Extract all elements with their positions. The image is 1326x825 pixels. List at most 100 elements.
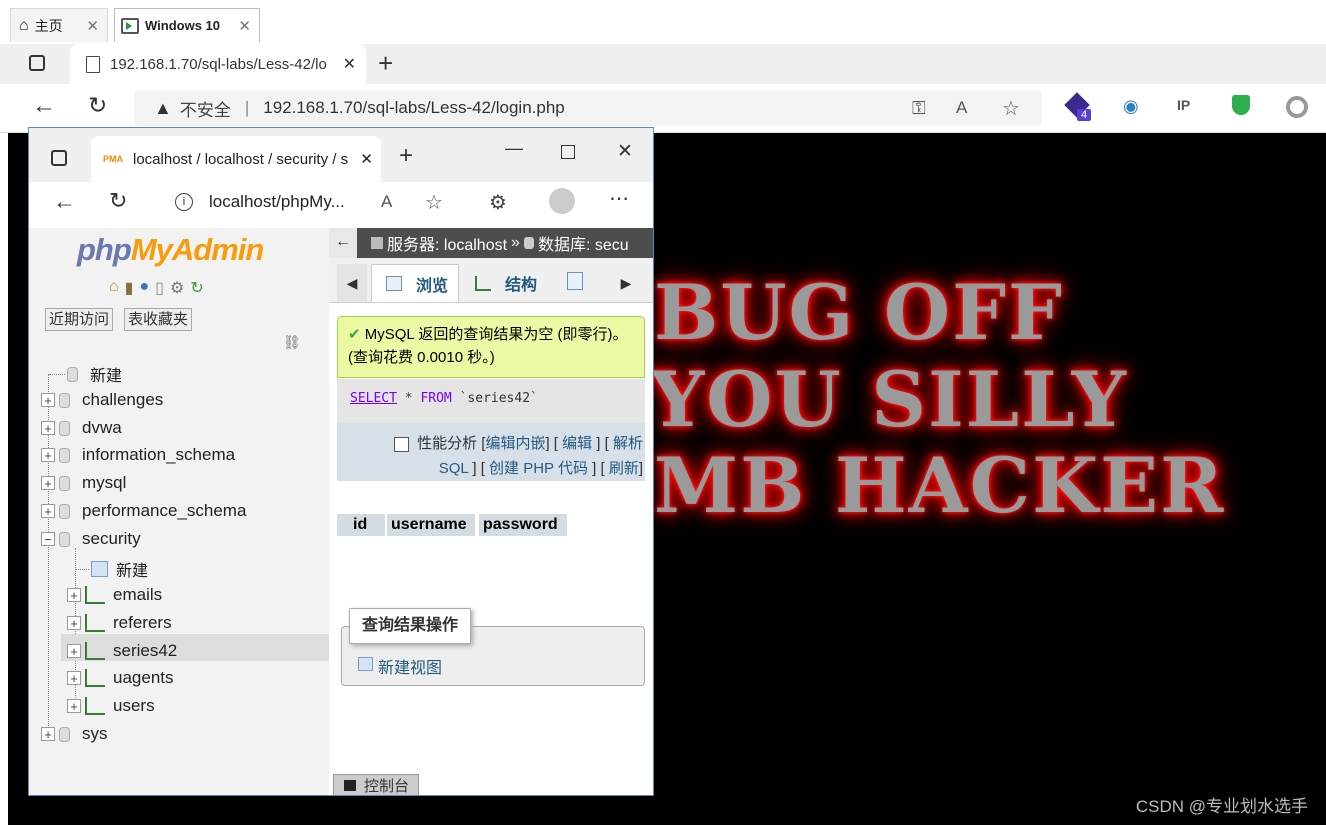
inner-tab-strip: PMA localhost / localhost / security / s… (29, 128, 653, 182)
docs-icon[interactable]: ▯ (155, 278, 164, 298)
console-button[interactable]: 控制台 (333, 774, 419, 795)
table-item-series42[interactable]: + series42 (67, 641, 177, 661)
tab-actions-icon[interactable] (51, 150, 67, 166)
recent-button[interactable]: 近期访问 (45, 308, 114, 331)
inner-url: localhost/phpMy... (209, 192, 345, 211)
table-item-emails[interactable]: + emails (67, 585, 162, 605)
breadcrumb: ← 服务器: localhost » 数据库: secu (329, 228, 653, 258)
create-view-link[interactable]: 新建视图 (378, 654, 442, 678)
shield-icon[interactable] (1232, 95, 1250, 115)
home-icon[interactable]: ⌂ (109, 278, 119, 298)
back-icon[interactable]: ← (53, 188, 76, 215)
reload-icon[interactable]: ↻ (190, 278, 203, 298)
vm-tab-bar: ⌂ 主页 ✕ Windows 10 ✕ (0, 0, 1326, 45)
collapse-icon[interactable]: − (41, 532, 55, 546)
expand-icon[interactable]: + (67, 699, 81, 713)
exit-icon[interactable]: ▮ (125, 278, 134, 298)
edit-inline-link[interactable]: 编辑内嵌 (485, 435, 545, 452)
breadcrumb-db[interactable]: 数据库: secu (538, 231, 629, 255)
expand-icon[interactable]: + (41, 448, 55, 462)
page-icon (86, 55, 100, 73)
outer-tab-active[interactable]: 192.168.1.70/sql-labs/Less-42/lo ✕ (70, 44, 366, 84)
sidebar-new-database[interactable]: 新建 (49, 362, 122, 386)
sql-select[interactable]: SELECT (350, 391, 397, 406)
refresh-icon[interactable]: ↻ (109, 188, 127, 214)
db-item-performance-schema[interactable]: + performance_schema (41, 501, 246, 521)
new-tab-icon[interactable]: + (399, 142, 413, 170)
new-tab-icon[interactable]: + (378, 48, 393, 79)
expand-icon[interactable]: + (67, 588, 81, 602)
explain-link[interactable]: 解析 (613, 435, 643, 452)
refresh-icon[interactable]: ↻ (88, 92, 107, 119)
db-item-information-schema[interactable]: + information_schema (41, 445, 235, 465)
close-icon[interactable]: ✕ (86, 17, 99, 35)
column-header-id[interactable]: id (349, 514, 385, 536)
profile-avatar[interactable] (549, 188, 575, 214)
expand-icon[interactable]: + (67, 644, 81, 658)
collapse-sidebar-icon[interactable]: ← (329, 228, 357, 258)
tab-actions-icon[interactable] (29, 55, 45, 71)
help-icon[interactable]: ● (139, 278, 149, 298)
expand-icon[interactable]: + (41, 393, 55, 407)
circle-icon[interactable] (1286, 96, 1308, 118)
db-item-sys[interactable]: + sys (41, 724, 108, 744)
settings-icon[interactable]: ⚙ (170, 278, 184, 298)
favorites-button[interactable]: 表收藏夹 (124, 308, 193, 331)
inner-browser-window: PMA localhost / localhost / security / s… (28, 127, 654, 796)
info-icon: i (175, 193, 193, 211)
table-item-referers[interactable]: + referers (67, 613, 172, 633)
column-header-password[interactable]: password (479, 514, 567, 536)
db-label: challenges (82, 390, 164, 409)
minimize-icon[interactable]: — (505, 138, 523, 159)
pma-logo[interactable]: phpMyAdmin (77, 232, 264, 268)
create-php-link[interactable]: 创建 PHP 代码 (489, 460, 588, 477)
refresh-link[interactable]: 刷新 (609, 460, 639, 477)
tab-browse[interactable]: 浏览 (371, 264, 459, 302)
edit-link[interactable]: 编辑 (562, 435, 592, 452)
expand-icon[interactable]: + (41, 421, 55, 435)
database-icon (59, 726, 70, 742)
security-new-table[interactable]: 新建 (75, 557, 148, 581)
table-item-users[interactable]: + users (67, 696, 155, 716)
link-icon[interactable]: ⛓ (283, 334, 301, 351)
read-aloud-icon[interactable]: A (956, 98, 967, 118)
vm-tab-windows[interactable]: Windows 10 ✕ (114, 8, 260, 42)
close-icon[interactable]: ✕ (238, 17, 251, 35)
favorite-add-icon[interactable]: ☆ (1002, 96, 1020, 121)
breadcrumb-server[interactable]: 服务器: localhost (387, 231, 507, 255)
read-aloud-icon[interactable]: A (381, 192, 392, 212)
more-icon[interactable]: ⋯ (609, 186, 629, 211)
expand-icon[interactable]: + (41, 727, 55, 741)
profiling-checkbox[interactable] (394, 436, 410, 452)
db-item-mysql[interactable]: + mysql (41, 473, 126, 493)
db-item-dvwa[interactable]: + dvwa (41, 418, 122, 438)
close-icon[interactable]: ✕ (360, 150, 373, 168)
extensions-icon[interactable]: ⚙ (489, 190, 507, 215)
outer-address-bar[interactable]: ▲ 不安全 | 192.168.1.70/sql-labs/Less-42/lo… (134, 90, 1042, 126)
vm-tab-home[interactable]: ⌂ 主页 ✕ (10, 8, 108, 42)
tab-structure[interactable]: 结构 (475, 264, 537, 302)
expand-icon[interactable]: + (41, 504, 55, 518)
close-icon[interactable]: ✕ (343, 54, 356, 74)
watermark: CSDN @专业划水选手 (1135, 797, 1308, 816)
inner-tab-active[interactable]: PMA localhost / localhost / security / s… (91, 136, 381, 182)
db-item-challenges[interactable]: + challenges (41, 390, 163, 410)
favorite-add-icon[interactable]: ☆ (425, 190, 443, 215)
eye-icon[interactable]: ◉ (1123, 96, 1139, 117)
sql-tab-icon[interactable] (567, 272, 583, 290)
back-icon[interactable]: ← (32, 92, 56, 120)
table-item-uagents[interactable]: + uagents (67, 668, 174, 688)
ip-icon[interactable]: IP (1177, 97, 1190, 113)
key-icon[interactable]: ⚿ (912, 98, 926, 119)
maximize-icon[interactable] (561, 145, 575, 159)
db-item-security[interactable]: − security (41, 529, 141, 549)
tabs-left-arrow-icon[interactable]: ◀ (337, 264, 367, 302)
expand-icon[interactable]: + (67, 616, 81, 630)
close-window-icon[interactable]: ✕ (617, 140, 633, 163)
expand-icon[interactable]: + (67, 671, 81, 685)
expand-icon[interactable]: + (41, 476, 55, 490)
tabs-right-arrow-icon[interactable]: ▶ (611, 264, 641, 302)
explain-sql-link[interactable]: SQL (439, 460, 468, 477)
column-header-username[interactable]: username (387, 514, 475, 536)
inner-address-bar[interactable]: i localhost/phpMy... A ☆ (155, 184, 463, 220)
